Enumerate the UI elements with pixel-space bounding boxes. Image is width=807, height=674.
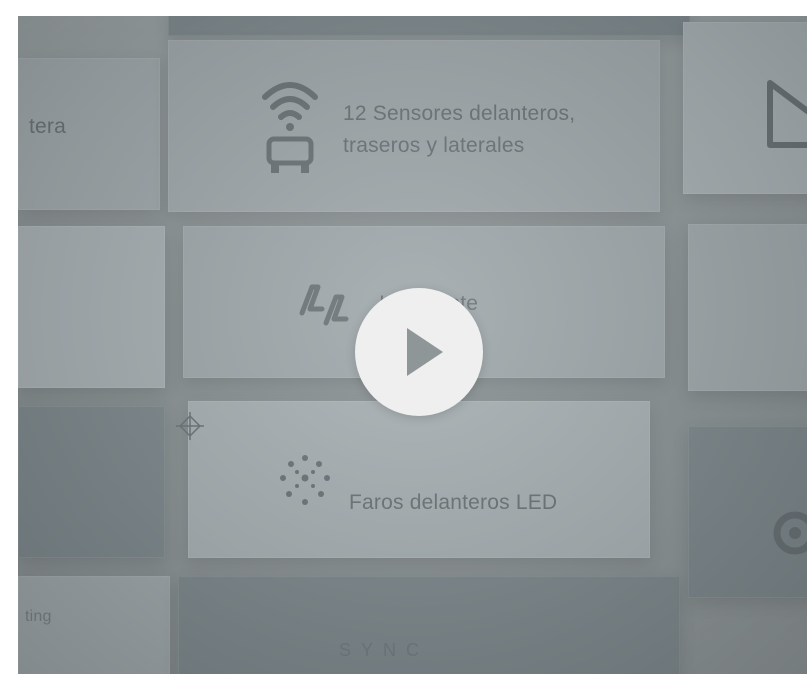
crosshair-icon bbox=[174, 410, 206, 442]
panel-sync: SYNC bbox=[178, 576, 680, 674]
4x4-icon bbox=[292, 279, 354, 332]
sensors-label-line1: 12 Sensores delanteros, bbox=[343, 102, 576, 125]
panel-left-mid bbox=[18, 226, 165, 388]
panel-right-lower bbox=[688, 426, 807, 598]
top-strip-panel bbox=[168, 16, 690, 36]
panel-right-mid bbox=[688, 224, 807, 391]
led-label: Faros delanteros LED bbox=[349, 491, 558, 514]
sync-label: SYNC bbox=[339, 640, 430, 660]
right-top-icon bbox=[766, 79, 807, 154]
panel-left-bottom-label: ting bbox=[25, 608, 52, 625]
video-thumbnail-frame[interactable]: tera ting 12 Sensores delanteros, traser… bbox=[18, 16, 807, 674]
play-icon bbox=[407, 328, 443, 376]
led-dots-icon bbox=[273, 448, 337, 517]
panel-left-top: tera bbox=[18, 58, 160, 210]
panel-left-bottom: ting bbox=[18, 576, 170, 674]
right-lower-icon bbox=[759, 497, 807, 572]
panel-right-top bbox=[683, 22, 807, 194]
wifi-car-icon bbox=[255, 71, 325, 186]
panel-left-top-label: tera bbox=[29, 115, 66, 138]
sensors-label-line2: traseros y laterales bbox=[343, 134, 525, 157]
panel-left-lower bbox=[18, 406, 165, 558]
panel-sensors: 12 Sensores delanteros, traseros y later… bbox=[168, 40, 660, 212]
play-button[interactable] bbox=[355, 288, 483, 416]
panel-led: Faros delanteros LED bbox=[188, 401, 650, 558]
